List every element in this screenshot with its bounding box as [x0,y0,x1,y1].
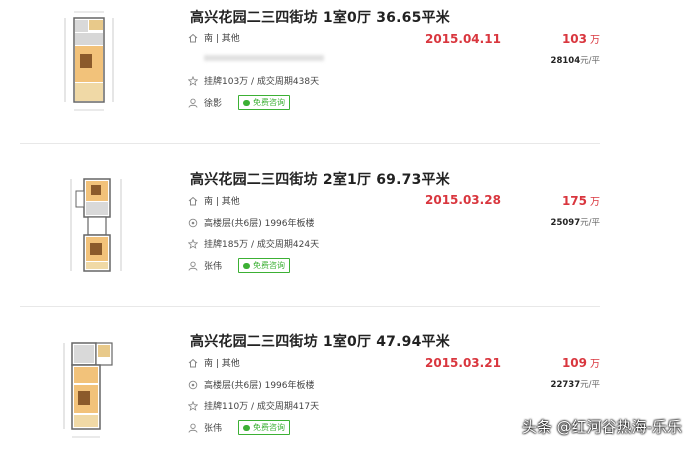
price-unit: 万 [590,197,600,208]
star-icon [188,238,198,249]
floorplan-thumbnail[interactable] [60,335,124,443]
total-price: 103 万 [562,31,600,46]
orientation-text: 南 | 其他 [204,34,240,44]
deal-date: 2015.04.11 [425,32,501,46]
price-unit: 万 [590,35,600,46]
consult-label: 免费咨询 [253,261,286,270]
orientation-text: 南 | 其他 [204,359,240,369]
orientation-row: 南 | 其他 [188,356,240,369]
unit-price-value: 28104 [550,56,581,66]
listing-title[interactable]: 高兴花园二三四街坊 2室1厅 69.73平米 [190,169,450,189]
home-icon [188,196,198,206]
home-icon [188,33,198,43]
floorplan-thumbnail[interactable] [60,8,124,116]
location-pin-icon [188,53,198,63]
user-icon [188,261,198,271]
unit-price-value: 22737 [550,380,581,390]
star-icon [188,75,198,86]
listing-title[interactable]: 高兴花园二三四街坊 1室0厅 47.94平米 [190,331,450,351]
unit-price-suffix: 元/平 [580,380,600,390]
deal-date: 2015.03.28 [425,193,501,207]
location-pin-icon [188,380,198,390]
deal-date: 2015.03.21 [425,356,501,370]
listing-card: 高兴花园二三四街坊 1室0厅 36.65平米 南 | 其他 挂牌103万 / 成… [0,0,692,150]
price-value: 175 [561,194,587,208]
price-value: 103 [561,32,587,46]
listing-info-text: 挂牌185万 / 成交周期424天 [204,240,320,250]
divider [20,306,600,307]
floor-row: 高楼层(共6层) 1996年板楼 [188,378,315,391]
home-icon [188,358,198,368]
user-icon [188,423,198,433]
chat-bubble-icon [243,424,251,431]
orientation-row: 南 | 其他 [188,194,240,207]
agent-row: 张伟 免费咨询 [188,420,291,435]
floorplan-thumbnail[interactable] [66,171,130,279]
free-consult-button[interactable]: 免费咨询 [238,420,291,435]
watermark-text: 头条 @红河谷热海-乐乐 [521,418,682,436]
unit-price-value: 25097 [550,218,581,228]
unit-price: 28104元/平 [551,54,600,66]
chat-bubble-icon [243,99,251,106]
agent-row: 张伟 免费咨询 [188,258,291,273]
user-icon [188,98,198,108]
unit-price-suffix: 元/平 [580,218,600,228]
unit-price: 25097元/平 [551,216,600,228]
listing-card: 高兴花园二三四街坊 2室1厅 69.73平米 南 | 其他 高楼层(共6层) 1… [0,163,692,313]
total-price: 175 万 [562,193,600,208]
price-unit: 万 [590,359,600,370]
agent-name[interactable]: 张伟 [204,421,222,434]
star-icon [188,400,198,411]
orientation-text: 南 | 其他 [204,197,240,207]
free-consult-button[interactable]: 免费咨询 [238,258,291,273]
listing-title[interactable]: 高兴花园二三四街坊 1室0厅 36.65平米 [190,7,450,27]
listing-info-row: 挂牌110万 / 成交周期417天 [188,399,319,412]
agent-name[interactable]: 徐影 [204,96,222,109]
floor-row: 高楼层(共6层) 1996年板楼 [188,216,315,229]
agent-row: 徐影 免费咨询 [188,95,291,110]
floor-text: 高楼层(共6层) 1996年板楼 [204,381,315,391]
total-price: 109 万 [562,355,600,370]
consult-label: 免费咨询 [253,98,286,107]
listing-info-row: 挂牌185万 / 成交周期424天 [188,237,319,250]
price-value: 109 [561,356,587,370]
consult-label: 免费咨询 [253,423,286,432]
agent-name[interactable]: 张伟 [204,259,222,272]
floor-row [188,53,324,63]
divider [20,143,600,144]
listing-card: 高兴花园二三四街坊 1室0厅 47.94平米 南 | 其他 高楼层(共6层) 1… [0,325,692,475]
unit-price: 22737元/平 [551,378,600,390]
unit-price-suffix: 元/平 [580,56,600,66]
listing-info-text: 挂牌110万 / 成交周期417天 [204,402,320,412]
chat-bubble-icon [243,262,251,269]
orientation-row: 南 | 其他 [188,31,240,44]
floor-text: 高楼层(共6层) 1996年板楼 [204,219,315,229]
listing-info-text: 挂牌103万 / 成交周期438天 [204,77,320,87]
free-consult-button[interactable]: 免费咨询 [238,95,291,110]
listing-info-row: 挂牌103万 / 成交周期438天 [188,74,319,87]
location-pin-icon [188,218,198,228]
